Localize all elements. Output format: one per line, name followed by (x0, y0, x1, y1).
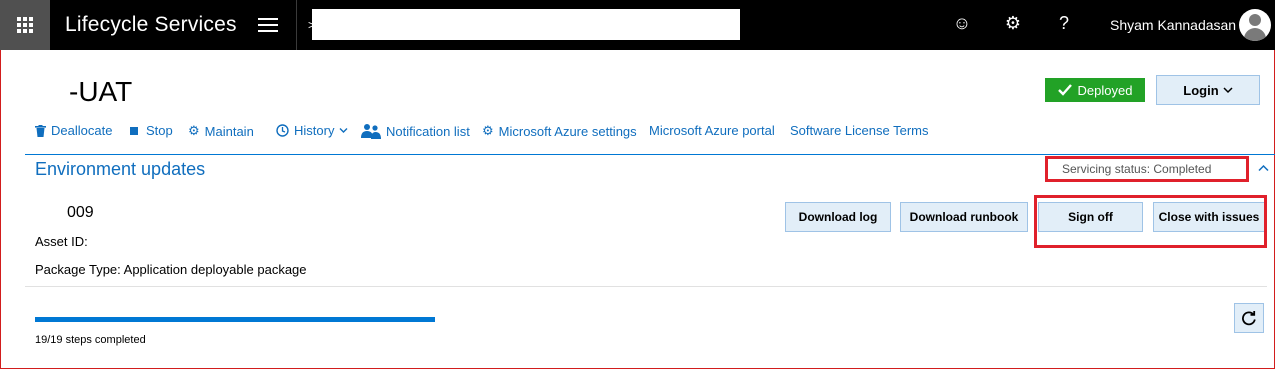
app-title[interactable]: Lifecycle Services (65, 13, 237, 37)
chevron-down-icon (339, 128, 348, 133)
progress-bar (35, 317, 435, 322)
trash-icon (35, 124, 46, 137)
toolbar-item-label: History (294, 123, 335, 138)
stop-icon (130, 126, 138, 135)
section-divider (25, 154, 1275, 155)
section-divider (25, 286, 1267, 287)
app-launcher-button[interactable] (0, 0, 50, 50)
hamburger-icon[interactable] (258, 17, 280, 33)
checkmark-icon (1057, 84, 1072, 96)
download-runbook-button[interactable]: Download runbook (900, 202, 1028, 232)
asset-id-label: Asset ID: (35, 234, 88, 249)
smiley-icon[interactable]: ☺ (949, 13, 975, 34)
top-nav-bar: Lifecycle Services > ☺ ⚙ ? Shyam Kannada… (0, 0, 1275, 50)
toolbar-item-label: Notification list (386, 123, 470, 139)
help-icon[interactable]: ? (1051, 13, 1077, 34)
environment-title: -UAT (69, 76, 133, 107)
download-log-button[interactable]: Download log (785, 202, 891, 232)
user-name[interactable]: Shyam Kannadasan (1110, 17, 1236, 33)
toolbar-item-label: Software License Terms (790, 123, 929, 138)
gear-icon[interactable]: ⚙ (1000, 13, 1026, 34)
history-dropdown[interactable]: History (276, 123, 348, 138)
login-button-label: Login (1183, 82, 1219, 98)
project-selector-box[interactable] (312, 9, 740, 40)
package-type: Package Type: Application deployable pac… (35, 262, 307, 277)
chevron-down-icon (1223, 87, 1233, 94)
chevron-up-icon[interactable] (1258, 161, 1269, 175)
section-title: Environment updates (35, 159, 206, 179)
highlight-box (1034, 195, 1267, 248)
progress-fill (35, 317, 435, 322)
azure-settings-button[interactable]: ⚙ Microsoft Azure settings (482, 123, 637, 139)
license-terms-link[interactable]: Software License Terms (790, 123, 929, 138)
status-badge-label: Deployed (1077, 82, 1133, 98)
refresh-button[interactable] (1234, 303, 1264, 333)
maintain-button[interactable]: ⚙ Maintain (188, 123, 254, 139)
package-name: 009 (67, 204, 94, 221)
screenshot-frame (0, 0, 1275, 369)
login-button[interactable]: Login (1156, 75, 1260, 105)
refresh-icon (1242, 311, 1256, 326)
toolbar-item-label: Deallocate (51, 123, 113, 138)
notification-list-button[interactable]: Notification list (361, 123, 470, 139)
azure-portal-link[interactable]: Microsoft Azure portal (649, 123, 775, 138)
clock-icon (276, 124, 289, 137)
gear-icon: ⚙ (482, 123, 494, 138)
status-badge: Deployed (1045, 78, 1145, 102)
highlight-box (1045, 156, 1249, 182)
deallocate-button[interactable]: Deallocate (35, 123, 112, 138)
nav-divider (296, 0, 297, 50)
people-icon (361, 124, 381, 139)
gears-icon: ⚙ (188, 123, 200, 138)
waffle-icon (17, 17, 33, 33)
toolbar-item-label: Microsoft Azure settings (498, 123, 637, 139)
toolbar-item-label: Microsoft Azure portal (649, 123, 775, 138)
avatar-icon[interactable] (1239, 9, 1271, 41)
toolbar-item-label: Stop (146, 123, 173, 138)
steps-completed-text: 19/19 steps completed (35, 334, 146, 346)
toolbar-item-label: Maintain (204, 123, 254, 139)
stop-button[interactable]: Stop (130, 123, 173, 138)
